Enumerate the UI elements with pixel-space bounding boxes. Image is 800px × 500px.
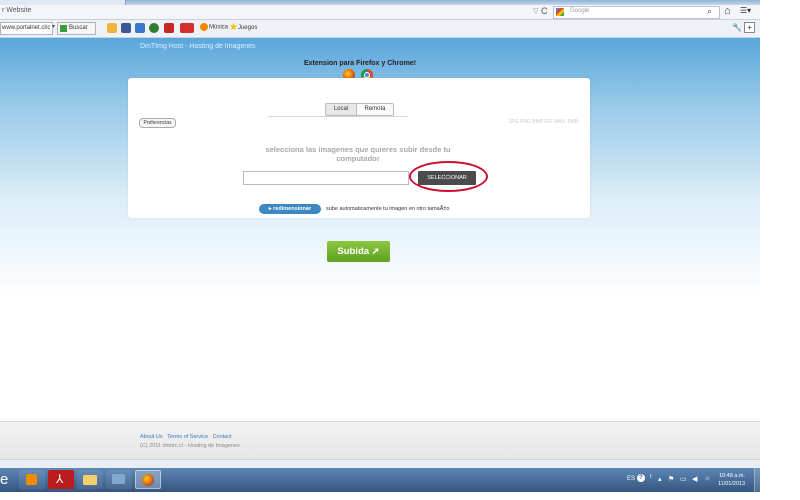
tab-local[interactable]: Local [325,103,357,116]
footer-link-about[interactable]: About Us [140,434,163,440]
home-icon[interactable]: ⌂ [724,5,731,17]
addon-toolbar: www.portalnet.cl/c ▾ Buscar Música ★Jueg… [0,20,760,38]
taskbar-explorer[interactable] [77,470,103,489]
radio-icon[interactable] [180,23,194,33]
pdf-icon: ⅄ [56,472,64,486]
folder-icon [83,475,97,485]
buscar-button[interactable]: Buscar [57,22,96,35]
taskbar-firefox[interactable] [135,470,161,489]
page-content: DmTImg Host - Hosting de Imagenes Extens… [0,38,760,421]
musica-link[interactable]: Música [200,23,228,31]
file-path-input[interactable] [243,171,409,185]
search-icon[interactable]: ⌕ [707,6,712,17]
juegos-link[interactable]: ★Juegos [229,22,257,33]
facebook-icon[interactable] [121,23,131,33]
upload-button[interactable]: Subida ➚ [327,241,390,262]
mail-icon[interactable] [135,23,145,33]
google-icon[interactable] [556,8,564,16]
juegos-label: Juegos [237,25,258,32]
brightness-icon[interactable]: ☼ [704,475,710,482]
footer-links: About Us Terms of Service Contact [140,434,235,440]
screen-margin [0,492,760,500]
taskbar-media-player[interactable] [19,470,45,489]
upload-panel: Local Remota Preferencias JPG PNG BMP GI… [128,78,590,218]
screen: r Website ▽ C Google ⌕ ⌂ ☰▾ www.portalne… [0,0,760,500]
site-title[interactable]: DmTImg Host - Hosting de Imagenes [140,43,256,50]
messenger-icon[interactable] [149,23,159,33]
clock-date[interactable]: 11/01/2013 [718,481,745,487]
flag-icon[interactable]: ⚑ [668,475,674,483]
wrench-icon[interactable]: 🔧 [732,23,742,32]
tab-divider [268,116,408,117]
footer-link-contact[interactable]: Contact [213,434,232,440]
add-icon[interactable]: + [744,22,755,33]
music-icon [200,23,208,31]
annotation-circle [409,161,488,192]
navigation-bar: r Website ▽ C Google ⌕ ⌂ ☰▾ [0,5,760,20]
resize-description: sube automaticamente tu imagen en otro t… [326,206,450,212]
bookmarks-menu-icon[interactable]: ☰▾ [740,6,751,15]
taskbar-pdf-reader[interactable]: ⅄ [48,470,74,489]
calendar-icon[interactable] [107,23,117,33]
firefox-icon [142,474,154,486]
toolbar-search-field[interactable]: www.portalnet.cl/c [0,22,53,35]
footer-link-terms[interactable]: Terms of Service [167,434,208,440]
search-input[interactable]: Google [553,6,720,19]
network-tray-icon[interactable]: ▭ [680,475,687,483]
language-indicator[interactable]: ES [627,476,635,482]
tray-expand-icon[interactable]: ▴ [658,475,662,483]
tray-icon[interactable]: ᶠ [650,475,652,482]
extension-text: Extension para Firefox y Chrome! [303,60,417,67]
start-button-icon[interactable]: e [0,470,12,490]
allowed-formats: JPG PNG BMP GIF MAX. 5MB [508,119,578,125]
taskbar-network[interactable] [106,470,132,489]
page-footer: About Us Terms of Service Contact (C) 20… [0,421,760,460]
resize-button[interactable]: ▸ redimensionar [259,204,321,214]
network-icon [112,474,125,484]
chevron-down-icon[interactable]: ▾ [52,23,55,30]
url-bar[interactable]: r Website [2,7,31,14]
show-desktop-button[interactable] [754,468,760,492]
media-player-icon [26,474,37,485]
search-placeholder: Google [570,8,590,14]
copyright: (C) 2011 dmtirc.cl - Hosting de Imagenes [140,443,240,449]
star-icon: ★ [229,22,238,33]
reload-icon[interactable]: C [541,6,548,16]
instruction-line-1: selecciona las imagenes que quieres subi… [265,145,451,154]
url-dropdown-icon[interactable]: ▽ [533,7,538,15]
buscar-label: Buscar [69,25,88,31]
preferences-button[interactable]: Preferencias [139,118,176,128]
volume-icon[interactable]: ◀ [692,475,697,483]
clock-time[interactable]: 10:48 a.m. [719,473,745,479]
musica-label: Música [209,24,229,31]
windows-taskbar: e ⅄ ES ? ᶠ ▴ ⚑ ▭ ◀ ☼ 10:48 a.m. 11/01/20… [0,468,760,492]
news-icon[interactable] [164,23,174,33]
tab-remota[interactable]: Remota [356,103,394,116]
search-go-icon [60,25,67,32]
help-icon[interactable]: ? [637,474,645,482]
